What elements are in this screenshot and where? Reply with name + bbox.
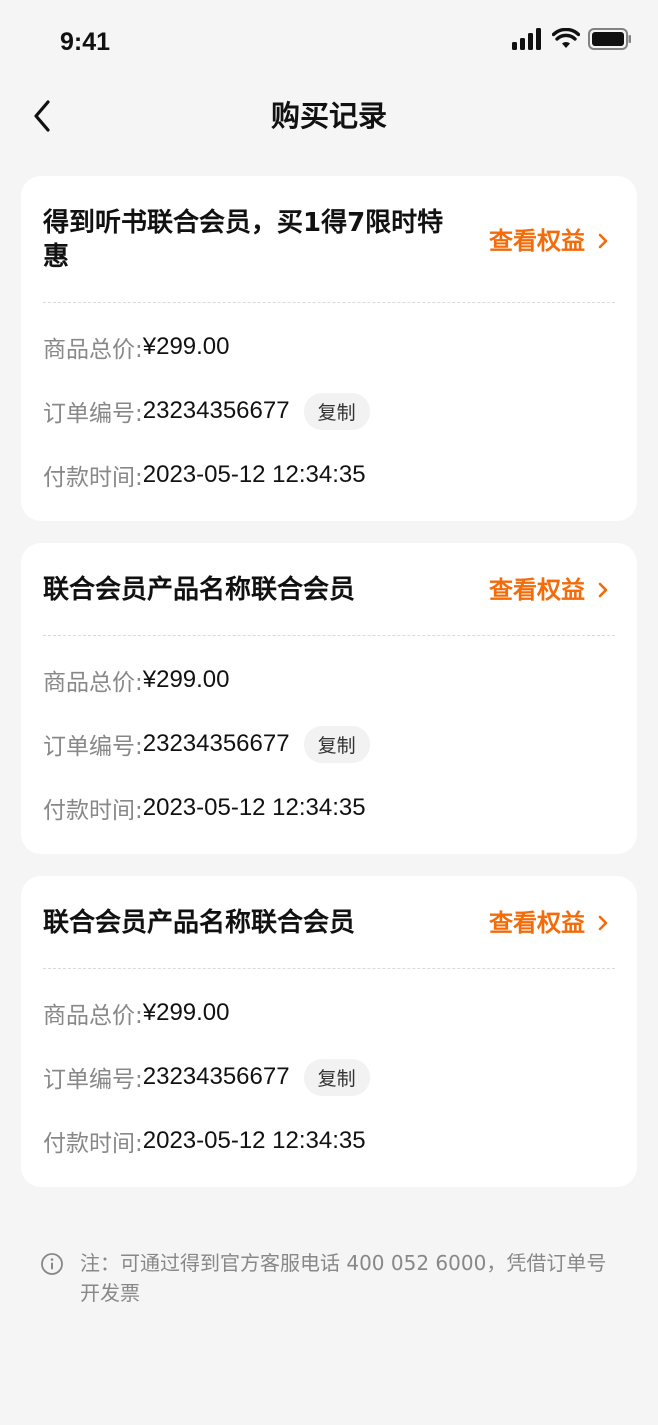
total-row: 商品总价: ¥299.00 [43,660,615,700]
order-title: 联合会员产品名称联合会员 [43,908,356,938]
status-bar: 9:41 [0,0,658,88]
order-card: 得到听书联合会员，买1得7限时特惠 查看权益 商品总价: ¥299.00 订单编… [21,176,637,521]
pay-time-label: 付款时间: [43,465,143,491]
total-label: 商品总价: [43,670,143,696]
status-time: 9:41 [60,28,111,56]
status-icons [512,28,632,50]
order-details: 商品总价: ¥299.00 订单编号: 23234356677 复制 付款时间:… [21,969,637,1187]
view-benefits-label: 查看权益 [489,909,585,937]
view-benefits-label: 查看权益 [489,227,585,255]
total-label: 商品总价: [43,1003,143,1029]
view-benefits-link[interactable]: 查看权益 [489,573,609,607]
copy-button[interactable]: 复制 [303,392,370,430]
total-value: ¥299.00 [142,999,230,1026]
order-details: 商品总价: ¥299.00 订单编号: 23234356677 复制 付款时间:… [21,303,637,521]
card-header: 联合会员产品名称联合会员 查看权益 [21,543,637,607]
order-number-label: 订单编号: [43,401,143,427]
total-label: 商品总价: [43,337,143,363]
view-benefits-link[interactable]: 查看权益 [489,906,609,940]
pay-time-value: 2023-05-12 12:34:35 [142,794,366,821]
pay-time-row: 付款时间: 2023-05-12 12:34:35 [43,455,615,495]
view-benefits-label: 查看权益 [489,576,585,604]
total-row: 商品总价: ¥299.00 [43,993,615,1033]
chevron-right-icon [598,915,608,931]
order-number-row: 订单编号: 23234356677 复制 [43,1057,615,1097]
order-details: 商品总价: ¥299.00 订单编号: 23234356677 复制 付款时间:… [21,636,637,854]
order-number-row: 订单编号: 23234356677 复制 [43,391,615,431]
copy-button[interactable]: 复制 [303,1058,370,1096]
pay-time-value: 2023-05-12 12:34:35 [142,461,366,488]
order-card: 联合会员产品名称联合会员 查看权益 商品总价: ¥299.00 订单编号: 23… [21,543,637,854]
chevron-right-icon [598,233,608,249]
order-number-label: 订单编号: [43,734,143,760]
pay-time-row: 付款时间: 2023-05-12 12:34:35 [43,788,615,828]
order-title: 得到听书联合会员，买1得7限时特惠 [43,208,444,272]
total-value: ¥299.00 [142,333,230,360]
view-benefits-link[interactable]: 查看权益 [489,224,609,258]
order-title: 联合会员产品名称联合会员 [43,575,356,605]
order-card: 联合会员产品名称联合会员 查看权益 商品总价: ¥299.00 订单编号: 23… [21,876,637,1187]
total-row: 商品总价: ¥299.00 [43,327,615,367]
order-number-row: 订单编号: 23234356677 复制 [43,724,615,764]
pay-time-label: 付款时间: [43,1131,143,1157]
order-number-value: 23234356677 [142,730,290,757]
pay-time-value: 2023-05-12 12:34:35 [142,1127,366,1154]
info-icon [41,1253,63,1275]
copy-button[interactable]: 复制 [303,725,370,763]
pay-time-label: 付款时间: [43,798,143,824]
invoice-note: 注：可通过得到官方客服电话 400 052 6000，凭借订单号开发票 [40,1248,620,1308]
battery-icon [588,28,631,50]
total-value: ¥299.00 [142,666,230,693]
order-list: 得到听书联合会员，买1得7限时特惠 查看权益 商品总价: ¥299.00 订单编… [21,176,637,1209]
order-number-label: 订单编号: [43,1067,143,1093]
order-number-value: 23234356677 [142,397,290,424]
page-title: 购买记录 [270,99,387,133]
wifi-icon [552,28,580,48]
pay-time-row: 付款时间: 2023-05-12 12:34:35 [43,1121,615,1161]
note-text: 注：可通过得到官方客服电话 400 052 6000，凭借订单号开发票 [80,1251,607,1305]
nav-bar: 购买记录 [0,88,658,144]
order-number-value: 23234356677 [142,1063,290,1090]
card-header: 得到听书联合会员，买1得7限时特惠 查看权益 [21,176,637,274]
chevron-right-icon [598,582,608,598]
card-header: 联合会员产品名称联合会员 查看权益 [21,876,637,940]
cellular-signal-icon [512,28,541,50]
